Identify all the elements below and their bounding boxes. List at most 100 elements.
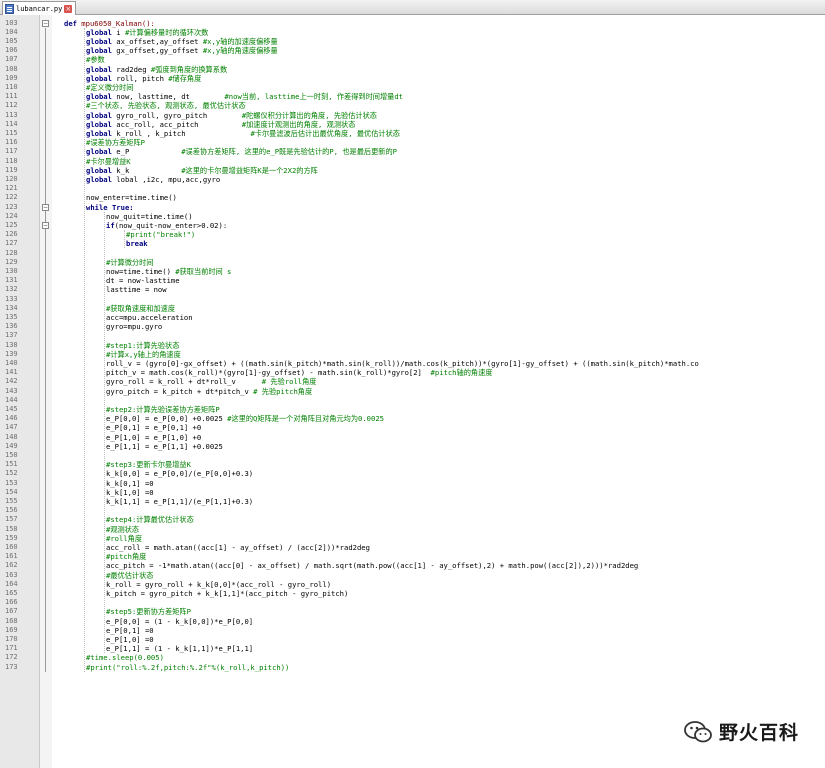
code-line: k_roll = gyro_roll + k_k[0,0]*(acc_roll … bbox=[106, 579, 332, 589]
line-number: 113 bbox=[5, 110, 18, 119]
code-line: lasttime = now bbox=[106, 285, 167, 295]
code-line: global now, lasttime, dt #now当前, lasttim… bbox=[86, 92, 404, 102]
indent-guide bbox=[124, 230, 125, 249]
code-line: #print("roll:%.2f,pitch:%.2f"%(k_roll,k_… bbox=[86, 662, 290, 672]
code-editor[interactable]: def mpu6050_Kalman(): global i #计算偏移量时的循环… bbox=[0, 15, 825, 768]
line-number: 151 bbox=[5, 460, 18, 469]
line-number: 155 bbox=[5, 496, 18, 505]
code-line: k_k[1,1] = e_P[1,1]/(e_P[1,1]+0.3) bbox=[106, 496, 254, 506]
code-line: acc_pitch = -1*math.atan((acc[0] - ax_of… bbox=[106, 561, 639, 571]
wechat-icon bbox=[684, 720, 712, 742]
line-number: 172 bbox=[5, 653, 18, 662]
fold-line bbox=[45, 27, 46, 672]
line-number: 119 bbox=[5, 165, 18, 174]
code-line: global k_roll , k_pitch #卡尔曼滤波后估计出最优角度, … bbox=[86, 128, 400, 138]
code-line: e_P[1,0] =0 bbox=[106, 634, 154, 644]
line-number: 146 bbox=[5, 414, 18, 423]
line-number: 108 bbox=[5, 64, 18, 73]
line-number: 112 bbox=[5, 101, 18, 110]
line-number: 162 bbox=[5, 561, 18, 570]
tab-lubancar[interactable]: lubancar.py × bbox=[2, 1, 77, 15]
line-number: 103 bbox=[5, 18, 18, 27]
code-line: def mpu6050_Kalman(): bbox=[64, 18, 155, 28]
close-icon[interactable]: × bbox=[64, 4, 73, 13]
line-number: 136 bbox=[5, 322, 18, 331]
code-line: #time.sleep(0.005) bbox=[86, 653, 164, 663]
code-area[interactable]: def mpu6050_Kalman(): global i #计算偏移量时的循环… bbox=[52, 15, 825, 768]
code-line: #roll角度 bbox=[106, 533, 143, 543]
line-number: 128 bbox=[5, 248, 18, 257]
code-line: #step1:计算先验状态 bbox=[106, 340, 180, 350]
code-line: gyro_pitch = k_pitch + dt*pitch_v # 先验pi… bbox=[106, 386, 313, 396]
code-line: #print("break!") bbox=[126, 230, 196, 240]
line-number: 134 bbox=[5, 303, 18, 312]
code-line: global gyro_roll, gyro_pitch #陀螺仪积分计算出的角… bbox=[86, 110, 377, 120]
line-number: 163 bbox=[5, 570, 18, 579]
code-line: global acc_roll, acc_pitch #加速度计观测出的角度, … bbox=[86, 119, 356, 129]
code-line: if(now_quit-now_enter>0.02): bbox=[106, 220, 228, 230]
line-number: 120 bbox=[5, 174, 18, 183]
fold-margin bbox=[40, 15, 52, 768]
line-number: 166 bbox=[5, 598, 18, 607]
code-line: now=time.time() #获取当前时间 s bbox=[106, 266, 232, 276]
line-number: 173 bbox=[5, 662, 18, 671]
fold-toggle-icon[interactable]: − bbox=[42, 221, 49, 229]
code-line: #三个状态, 先验状态, 观测状态, 最优估计状态 bbox=[86, 101, 246, 111]
code-line: gyro_roll = k_roll + dt*roll_v # 先验roll角… bbox=[106, 377, 317, 387]
line-number: 109 bbox=[5, 73, 18, 82]
code-line: global e_P #误差协方差矩阵, 这里的e_P既是先验估计的P, 也是最… bbox=[86, 147, 397, 157]
code-line: global i #计算偏移量时的循环次数 bbox=[86, 27, 209, 37]
fold-toggle-icon[interactable]: − bbox=[42, 19, 49, 27]
code-line: k_k[0,1] =0 bbox=[106, 478, 154, 488]
code-line: k_k[0,0] = e_P[0,0]/(e_P[0,0]+0.3) bbox=[106, 469, 254, 479]
code-line: #误差协方差矩阵P bbox=[86, 138, 145, 148]
code-line: #step4:计算最优估计状态 bbox=[106, 515, 194, 525]
code-line: e_P[0,0] = e_P[0,0] +0.0025 #这里的Q矩阵是一个对角… bbox=[106, 414, 384, 424]
line-number: 129 bbox=[5, 257, 18, 266]
line-number: 160 bbox=[5, 542, 18, 551]
line-number: 156 bbox=[5, 506, 18, 515]
code-line: global rad2deg #弧度到角度的换算系数 bbox=[86, 64, 228, 74]
line-number: 135 bbox=[5, 312, 18, 321]
line-number: 145 bbox=[5, 404, 18, 413]
line-number: 157 bbox=[5, 515, 18, 524]
code-line: e_P[0,1] = e_P[0,1] +0 bbox=[106, 423, 202, 433]
line-number: 133 bbox=[5, 294, 18, 303]
code-line: #step5:更新协方差矩阵P bbox=[106, 607, 191, 617]
fold-toggle-icon[interactable]: − bbox=[42, 203, 49, 211]
watermark: 野火百科 bbox=[683, 718, 799, 745]
indent-guide bbox=[104, 211, 105, 654]
code-line: #最优估计状态 bbox=[106, 570, 154, 580]
line-number: 124 bbox=[5, 211, 18, 220]
code-line: global roll, pitch #储存角度 bbox=[86, 73, 202, 83]
line-number: 116 bbox=[5, 138, 18, 147]
code-line: gyro=mpu.gyro bbox=[106, 322, 163, 332]
code-line: break bbox=[126, 239, 148, 249]
line-number: 144 bbox=[5, 395, 18, 404]
line-number: 130 bbox=[5, 266, 18, 275]
code-line: global gx_offset,gy_offset #x,y轴的角速度偏移量 bbox=[86, 46, 278, 56]
line-number: 139 bbox=[5, 349, 18, 358]
code-line: acc=mpu.acceleration bbox=[106, 312, 193, 322]
line-number: 138 bbox=[5, 340, 18, 349]
code-line: dt = now-lasttime bbox=[106, 276, 180, 286]
line-number: 132 bbox=[5, 285, 18, 294]
code-line: global k_k #这里的卡尔曼增益矩阵K是一个2X2的方阵 bbox=[86, 165, 318, 175]
code-line: pitch_v = math.cos(k_roll)*(gyro[1]-gy_o… bbox=[106, 368, 493, 378]
code-line: e_P[1,0] = e_P[1,0] +0 bbox=[106, 432, 202, 442]
line-number: 117 bbox=[5, 147, 18, 156]
line-number: 137 bbox=[5, 331, 18, 340]
code-line: k_k[1,0] =0 bbox=[106, 487, 154, 497]
line-number: 167 bbox=[5, 607, 18, 616]
code-line: #卡尔曼增益K bbox=[86, 156, 131, 166]
line-number: 107 bbox=[5, 55, 18, 64]
watermark-text: 野火百科 bbox=[719, 722, 800, 744]
line-number: 154 bbox=[5, 487, 18, 496]
line-number: 122 bbox=[5, 193, 18, 202]
line-number: 153 bbox=[5, 478, 18, 487]
line-number: 121 bbox=[5, 184, 18, 193]
line-number: 159 bbox=[5, 533, 18, 542]
tab-bar: lubancar.py × bbox=[0, 0, 825, 15]
code-line: #pitch角度 bbox=[106, 552, 147, 562]
line-number: 114 bbox=[5, 119, 18, 128]
